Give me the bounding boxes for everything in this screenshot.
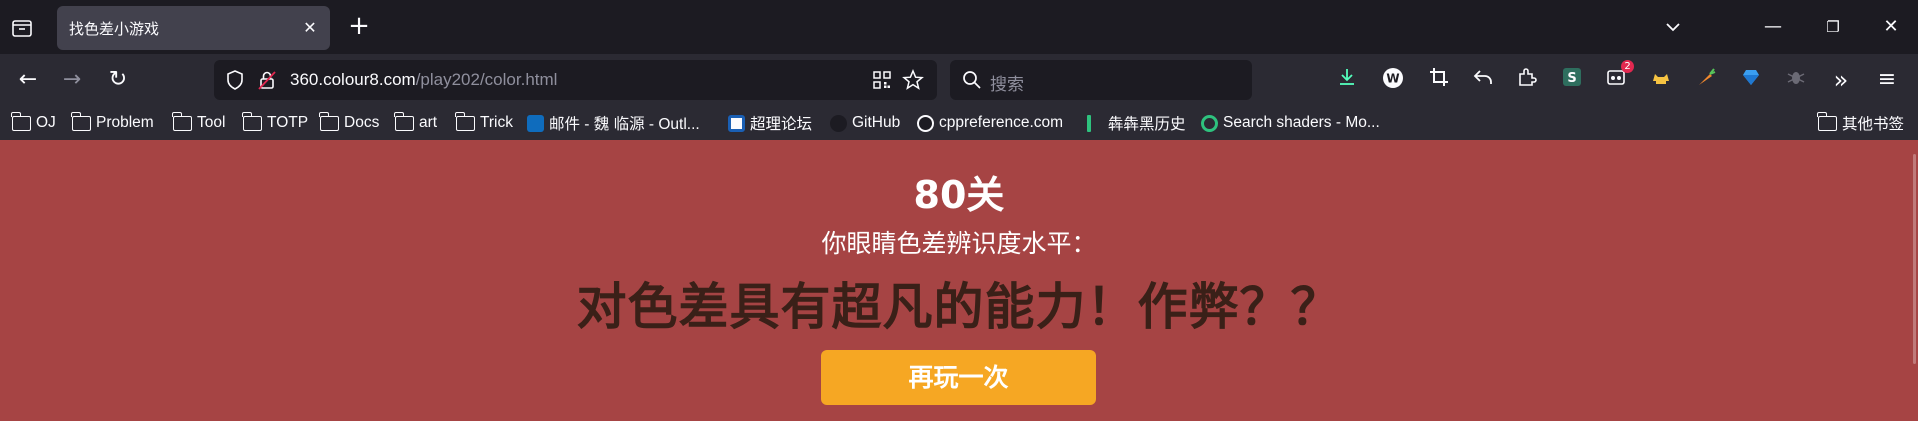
bookmark-label: 超理论坛 [750, 116, 813, 133]
level-heading: 80关 [913, 173, 1005, 217]
back-button[interactable]: ← [14, 66, 42, 94]
bookmark-label: Tool [197, 114, 226, 131]
bookmark-label: cppreference.com [939, 114, 1064, 131]
bug-extension-icon[interactable] [1782, 66, 1810, 94]
window-close-button[interactable]: ✕ [1876, 12, 1906, 42]
bookmark-label: 邮件 - 魏 临源 - Outl... [549, 116, 700, 133]
folder-icon [71, 111, 91, 131]
cat-extension-icon[interactable] [1647, 66, 1675, 94]
bookmark-label: 犇犇黑历史 [1108, 116, 1186, 133]
shield-icon[interactable] [224, 69, 246, 91]
bookmarks-toolbar: OJ Problem Tool TOTP Docs art Trick 邮件 -… [0, 106, 1918, 140]
folder-icon [242, 111, 262, 131]
other-bookmarks[interactable]: 其他书签 [1817, 111, 1905, 134]
bookmark-label: Search shaders - Mo... [1223, 114, 1380, 131]
bookmark-folder-problem[interactable]: Problem [71, 111, 154, 134]
new-tab-button[interactable]: + [346, 13, 372, 40]
search-bar[interactable]: 搜索 [950, 60, 1252, 100]
page-scrollbar[interactable] [1913, 154, 1916, 364]
chevron-down-icon[interactable] [1658, 12, 1688, 42]
bookmark-cppreference[interactable]: cppreference.com [917, 112, 1063, 134]
cppreference-icon [917, 114, 934, 132]
replay-button[interactable]: 再玩一次 [821, 350, 1096, 405]
tab-title: 找色差小游戏 [69, 20, 160, 38]
bookmark-folder-art[interactable]: art [394, 111, 438, 134]
bookmark-label: Docs [344, 114, 380, 131]
svg-text:S: S [1567, 71, 1576, 86]
tab-strip: 找色差小游戏 ✕ + — ❐ ✕ [0, 0, 1918, 54]
url-bar[interactable]: 360.colour8.com/play202/color.html [214, 60, 937, 100]
crop-icon[interactable] [1425, 66, 1453, 94]
forum-icon [728, 114, 745, 132]
shadertoy-icon [1201, 114, 1218, 132]
bookmark-folder-trick[interactable]: Trick [455, 111, 513, 134]
bookmark-folder-totp[interactable]: TOTP [242, 111, 309, 134]
navigation-toolbar: ← → ↻ 360.colour8.com/play202/color.html… [0, 54, 1918, 106]
bookmark-folder-oj[interactable]: OJ [11, 111, 56, 134]
minimize-button[interactable]: — [1758, 12, 1788, 42]
folder-icon [11, 111, 31, 131]
downloads-icon[interactable] [1333, 66, 1361, 94]
qr-code-icon[interactable] [871, 69, 893, 91]
url-host: 360.colour8.com [290, 70, 416, 89]
bookmark-forum[interactable]: 超理论坛 [728, 112, 812, 134]
bookmark-folder-docs[interactable]: Docs [319, 111, 380, 134]
reload-button[interactable]: ↻ [104, 66, 132, 94]
result-message: 对色差具有超凡的能力！作弊？？ [576, 278, 1342, 336]
bookmark-label: GitHub [852, 114, 901, 131]
app-menu-icon[interactable]: ≡ [1873, 66, 1901, 94]
folder-icon [1817, 111, 1837, 131]
bookmark-label: Trick [480, 114, 513, 131]
bookmark-outlook[interactable]: 邮件 - 魏 临源 - Outl... [527, 112, 700, 134]
svg-text:W: W [1386, 72, 1399, 86]
github-icon [830, 114, 847, 132]
bookmark-github[interactable]: GitHub [830, 112, 900, 134]
bookmark-shadertoy[interactable]: Search shaders - Mo... [1201, 112, 1380, 134]
bookmark-label: TOTP [267, 114, 309, 131]
bookmark-folder-tool[interactable]: Tool [172, 111, 226, 134]
outlook-icon [527, 114, 544, 132]
carrot-extension-icon[interactable] [1692, 66, 1720, 94]
wiki-extension-icon[interactable]: W [1379, 66, 1407, 94]
url-text: 360.colour8.com/play202/color.html [290, 70, 557, 90]
bookmark-star-icon[interactable] [902, 69, 924, 91]
bookmark-label: 其他书签 [1842, 116, 1905, 133]
bookmark-history[interactable]: 犇犇黑历史 [1087, 112, 1186, 134]
folder-icon [455, 111, 475, 131]
game-page: 80关 你眼睛色差辨识度水平： 对色差具有超凡的能力！作弊？？ 再玩一次 [0, 140, 1918, 421]
page-icon [1087, 114, 1091, 132]
notifications-extension-icon[interactable]: 2 [1602, 60, 1634, 94]
folder-icon [394, 111, 414, 131]
s-extension-icon[interactable]: S [1558, 66, 1586, 94]
undo-icon[interactable] [1469, 66, 1497, 94]
result-subtitle: 你眼睛色差辨识度水平： [821, 229, 1097, 258]
tab-active[interactable]: 找色差小游戏 ✕ [57, 6, 330, 50]
overflow-menu-icon[interactable]: » [1827, 66, 1855, 94]
extensions-puzzle-icon[interactable] [1513, 66, 1541, 94]
diamond-extension-icon[interactable] [1737, 66, 1765, 94]
folder-icon [172, 111, 192, 131]
bookmark-label: art [419, 114, 438, 131]
folder-icon [319, 111, 339, 131]
bookmark-label: Problem [96, 114, 154, 131]
forward-button[interactable]: → [58, 66, 86, 94]
search-icon [961, 69, 983, 91]
extension-badge: 2 [1621, 60, 1634, 73]
search-placeholder: 搜索 [990, 75, 1024, 95]
url-path: /play202/color.html [415, 70, 558, 89]
tab-close-icon[interactable]: ✕ [300, 18, 320, 38]
tab-list-icon[interactable] [10, 16, 34, 40]
restore-button[interactable]: ❐ [1818, 12, 1848, 42]
bookmark-label: OJ [36, 114, 56, 131]
insecure-lock-icon[interactable] [256, 69, 278, 91]
